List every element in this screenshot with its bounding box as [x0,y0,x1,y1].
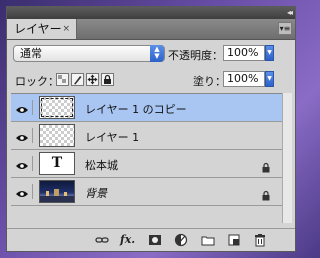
tab-layers[interactable]: レイヤー × [7,19,77,39]
collapse-icon[interactable]: ◂◂ [287,8,293,18]
text-layer-icon: T [39,152,75,175]
layer-row[interactable]: レイヤー 1 [11,122,284,150]
fx-icon[interactable]: fx. [120,233,135,247]
layer-name[interactable]: 背景 [85,185,107,201]
opacity-field[interactable]: 100% [223,45,265,61]
layer-thumbnail [39,96,75,119]
panel-menu-icon[interactable]: ▾≡ [278,22,292,35]
opacity-dropdown-icon[interactable]: ▼ [265,45,274,61]
eye-icon[interactable] [15,184,33,199]
trash-icon[interactable] [253,233,267,247]
tab-layers-label: レイヤー [14,22,62,36]
layer-row[interactable]: レイヤー 1 のコピー [11,94,284,122]
lock-position-icon[interactable] [86,73,99,86]
layer-list: レイヤー 1 のコピー レイヤー 1 T 松本城 背景 [11,93,284,224]
lock-all-icon[interactable] [101,73,114,86]
link-icon[interactable] [95,233,109,247]
layer-thumbnail [39,180,75,203]
panel-titlebar[interactable]: ◂◂ [7,7,295,19]
layers-panel: ◂◂ レイヤー × ▾≡ 通常 ▲ ▼ 不透明度： 100% ▼ ロック： 塗り：… [6,6,296,252]
tab-row: レイヤー × ▾≡ [7,19,295,40]
close-icon[interactable]: × [62,19,70,39]
lock-icon [261,158,271,173]
lock-label: ロック： [15,75,59,88]
folder-icon[interactable] [201,233,215,247]
lock-transparency-icon[interactable] [56,73,69,86]
layer-thumbnail [39,124,75,147]
eye-icon[interactable] [15,100,33,115]
fill-dropdown-icon[interactable]: ▼ [265,71,274,87]
layer-row[interactable]: 背景 [11,178,284,206]
layer-name[interactable]: レイヤー 1 [85,129,139,145]
lock-icon [261,186,271,201]
eye-icon[interactable] [15,128,33,143]
eye-icon[interactable] [15,156,33,171]
layer-name[interactable]: 松本城 [85,157,118,173]
select-arrows-icon: ▲ ▼ [150,45,164,62]
layer-row[interactable]: T 松本城 [11,150,284,178]
layer-actions-bar: fx. [7,228,295,251]
blend-mode-select[interactable]: 通常 ▲ ▼ [13,45,165,62]
blend-mode-value: 通常 [20,47,42,60]
layer-name[interactable]: レイヤー 1 のコピー [85,101,187,117]
lock-image-icon[interactable] [71,73,84,86]
layer-scrollbar[interactable] [282,93,292,223]
fill-label: 塗り： [193,75,226,88]
adjustment-icon[interactable] [174,233,188,247]
mask-icon[interactable] [148,233,162,247]
fill-field[interactable]: 100% [223,71,265,87]
new-layer-icon[interactable] [227,233,241,247]
opacity-label: 不透明度： [168,49,223,62]
